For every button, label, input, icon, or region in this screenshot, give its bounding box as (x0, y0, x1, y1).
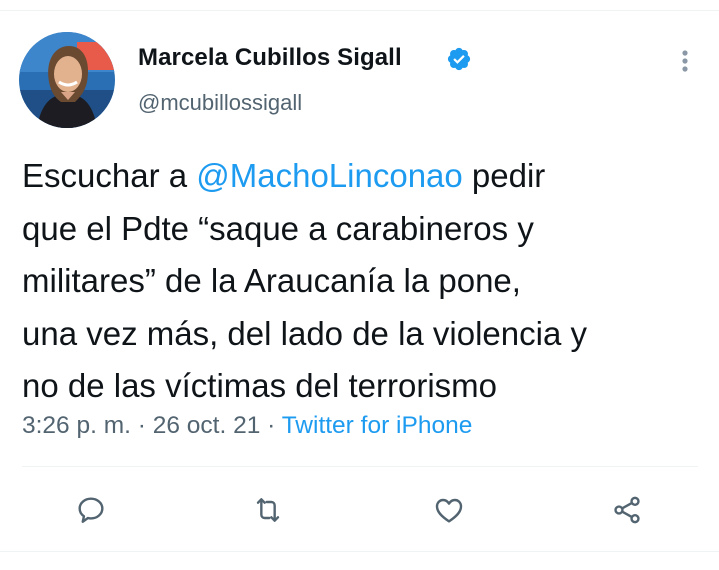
tweet-date[interactable]: 26 oct. 21 (153, 412, 261, 439)
tweet-metadata: 3:26 p. m. · 26 oct. 21 · Twitter for iP… (22, 412, 472, 440)
bottom-divider (0, 551, 719, 552)
mention-link[interactable]: @MachoLinconao (196, 157, 463, 194)
handle[interactable]: @mcubillossigall (138, 90, 302, 116)
like-icon (435, 498, 463, 523)
tweet-line: militares” de la Araucanía la pone, (22, 262, 521, 299)
tweet-time[interactable]: 3:26 p. m. (22, 412, 131, 439)
tweet-source-link[interactable]: Twitter for iPhone (282, 412, 473, 439)
display-name[interactable]: Marcela Cubillos Sigall (138, 44, 402, 72)
reply-button[interactable] (71, 490, 111, 530)
reply-icon (78, 497, 104, 523)
like-button[interactable] (429, 490, 469, 530)
avatar[interactable] (19, 32, 115, 128)
tweet-line: no de las víctimas del terrorismo (22, 367, 498, 404)
tweet-text-segment: Escuchar a (22, 157, 197, 194)
retweet-icon (256, 498, 280, 522)
tweet-line: una vez más, del lado de la violencia y (22, 314, 587, 352)
more-options-icon[interactable] (672, 46, 698, 76)
tweet-line: que el Pdte “saque a carabineros y (22, 209, 534, 247)
share-icon (614, 496, 640, 524)
verified-badge-icon (447, 47, 471, 71)
tweet-line: Escuchar a @MachoLinconao pedir (22, 150, 712, 203)
tweet-text-segment: pedir (462, 157, 546, 194)
share-button[interactable] (607, 490, 647, 530)
meta-separator: · (260, 412, 282, 439)
retweet-button[interactable] (248, 490, 288, 530)
divider (22, 466, 698, 467)
top-divider (0, 10, 719, 11)
meta-separator: · (130, 412, 153, 439)
tweet-text: Escuchar a @MachoLinconao pedir que el P… (22, 150, 712, 413)
